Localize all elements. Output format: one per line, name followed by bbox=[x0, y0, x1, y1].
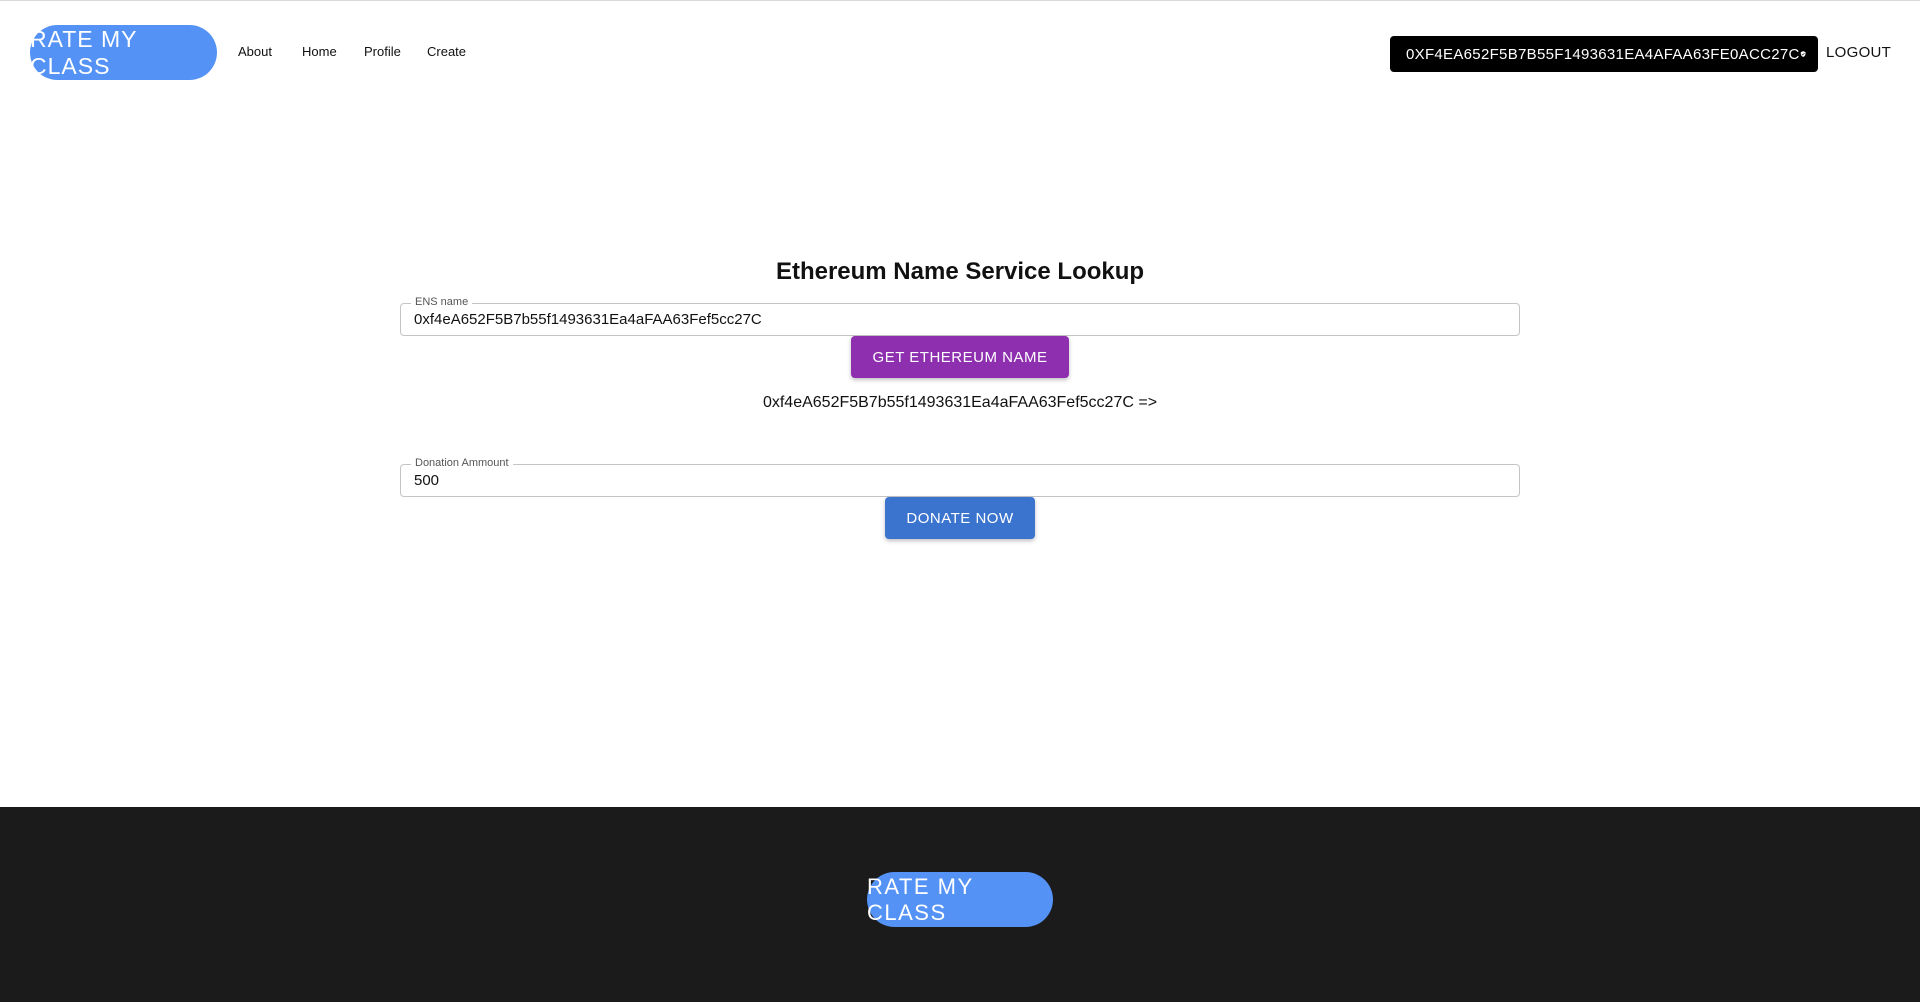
footer-logo-button[interactable]: RATE MY CLASS bbox=[867, 872, 1053, 927]
nav-about[interactable]: About bbox=[238, 44, 272, 59]
wallet-address: 0XF4EA652F5B7B55F1493631EA4AFAA63FE0ACC2… bbox=[1406, 45, 1800, 63]
donation-amount-input[interactable] bbox=[414, 470, 1504, 490]
logout-button[interactable]: LOGOUT bbox=[1826, 44, 1891, 61]
ens-name-field[interactable]: ENS name bbox=[400, 295, 1520, 336]
nav-create[interactable]: Create bbox=[427, 44, 466, 59]
app-header: RATE MY CLASS About Home Profile Create … bbox=[0, 0, 1920, 108]
nav-home[interactable]: Home bbox=[302, 44, 337, 59]
ens-name-label: ENS name bbox=[411, 295, 473, 309]
get-ethereum-name-button[interactable]: GET ETHEREUM NAME bbox=[851, 336, 1069, 378]
ens-name-input[interactable] bbox=[414, 309, 1504, 329]
page-title: Ethereum Name Service Lookup bbox=[775, 258, 1145, 285]
logo-button[interactable]: RATE MY CLASS bbox=[30, 25, 217, 80]
app-footer: RATE MY CLASS bbox=[0, 807, 1920, 1002]
lookup-result: 0xf4eA652F5B7b55f1493631Ea4aFAA63Fef5cc2… bbox=[762, 394, 1158, 411]
donation-amount-label: Donation Ammount bbox=[411, 456, 513, 470]
nav-profile[interactable]: Profile bbox=[364, 44, 401, 59]
verified-shield-icon bbox=[1800, 51, 1806, 57]
donation-amount-field[interactable]: Donation Ammount bbox=[400, 456, 1520, 497]
donate-now-button[interactable]: DONATE NOW bbox=[885, 497, 1035, 539]
wallet-address-button[interactable]: 0XF4EA652F5B7B55F1493631EA4AFAA63FE0ACC2… bbox=[1390, 36, 1818, 72]
